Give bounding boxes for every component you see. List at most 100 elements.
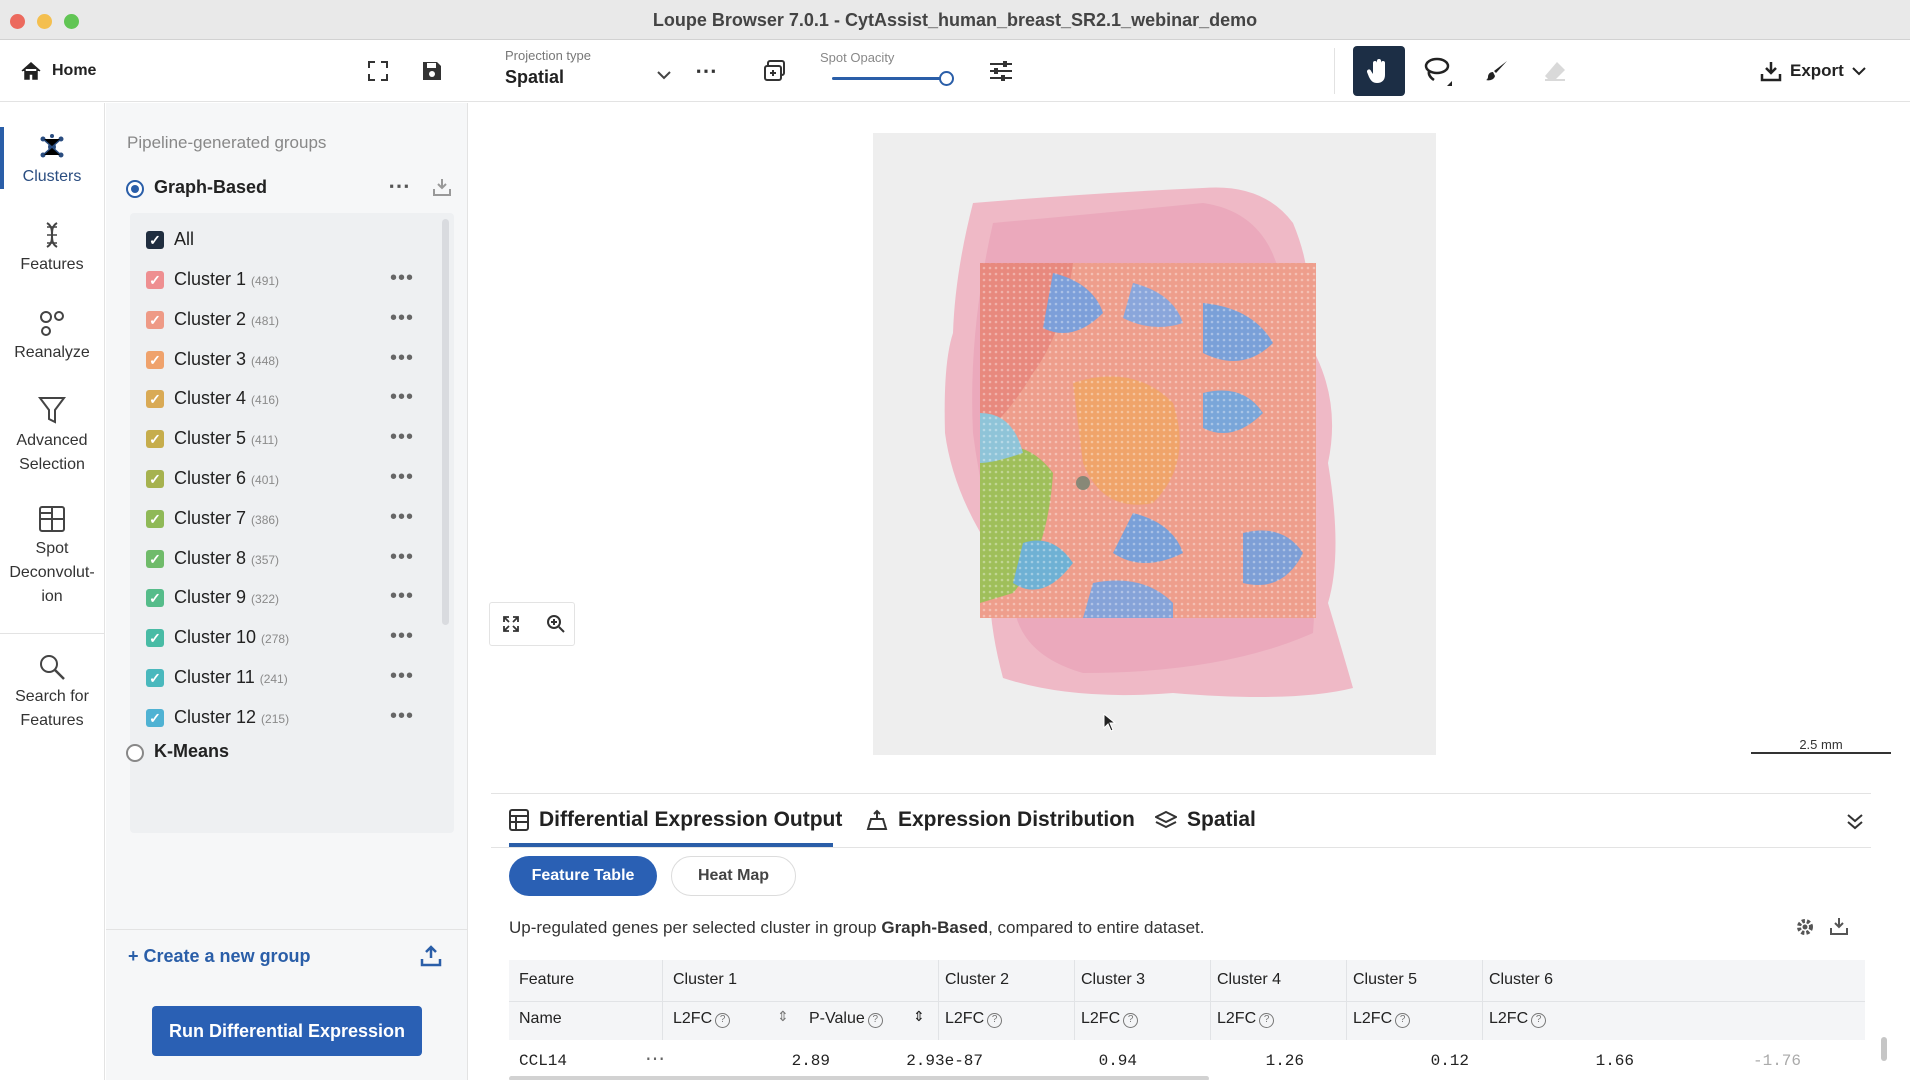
- cluster-count: (241): [259, 672, 288, 686]
- rail-advanced-selection[interactable]: Advanced Selection: [0, 395, 104, 477]
- table-scrollbar[interactable]: [1881, 1037, 1887, 1061]
- help-icon[interactable]: ?: [987, 1013, 1003, 1028]
- spot-opacity-knob[interactable]: [939, 71, 954, 86]
- header-cluster: Cluster 2: [945, 971, 1010, 988]
- projection-more-button[interactable]: ⋯: [694, 58, 718, 84]
- lasso-tool-button[interactable]: [1420, 54, 1456, 90]
- all-checkbox[interactable]: ✓: [146, 231, 164, 249]
- projection-type-select[interactable]: Projection type Spatial: [505, 48, 705, 98]
- cluster-label: Cluster 5 (411): [174, 428, 278, 449]
- chevron-down-icon: [1852, 67, 1866, 76]
- cluster-more-button[interactable]: •••: [390, 625, 414, 648]
- cluster-checkbox[interactable]: ✓: [146, 708, 164, 727]
- group-more-button[interactable]: ⋯: [388, 173, 410, 199]
- pvalue-label: P-Value: [809, 1010, 865, 1027]
- cluster-more-button[interactable]: •••: [390, 585, 414, 608]
- cluster-more-button[interactable]: •••: [390, 466, 414, 489]
- settings-sliders-button[interactable]: [986, 56, 1016, 86]
- tab-expression-distribution[interactable]: Expression Distribution: [866, 808, 1135, 832]
- tab-ed-label: Expression Distribution: [898, 808, 1135, 831]
- tab-differential-expression[interactable]: Differential Expression Output: [509, 808, 842, 832]
- layers-button[interactable]: [760, 56, 790, 86]
- heat-map-pill[interactable]: Heat Map: [671, 856, 796, 896]
- cluster-more-button[interactable]: •••: [390, 546, 414, 569]
- cluster-checkbox[interactable]: ✓: [146, 629, 164, 648]
- cluster-checkbox[interactable]: ✓: [146, 509, 164, 528]
- header-l2fc[interactable]: L2FC?: [1217, 1010, 1275, 1028]
- row-name[interactable]: CCL14: [519, 1052, 567, 1070]
- tab-spatial[interactable]: Spatial: [1155, 808, 1256, 832]
- help-icon[interactable]: ?: [1259, 1013, 1275, 1028]
- header-cluster: Cluster 6: [1489, 971, 1554, 988]
- export-button[interactable]: Export: [1760, 56, 1866, 86]
- header-l2fc[interactable]: L2FC?: [1489, 1010, 1547, 1028]
- cluster-more-button[interactable]: •••: [390, 267, 414, 290]
- rail-search-features[interactable]: Search for Features: [0, 653, 104, 733]
- cluster-checkbox[interactable]: ✓: [146, 549, 164, 568]
- cluster-count: (357): [251, 552, 280, 567]
- fit-to-view-icon[interactable]: [502, 615, 520, 633]
- header-l2fc[interactable]: L2FC?: [673, 1010, 731, 1028]
- kmeans-radio[interactable]: [126, 744, 144, 762]
- cluster-count: (401): [251, 473, 280, 487]
- create-group-button[interactable]: + Create a new group: [128, 946, 311, 967]
- collapse-panel-icon[interactable]: [1846, 812, 1864, 830]
- eraser-tool-button[interactable]: [1540, 56, 1570, 86]
- cluster-more-button[interactable]: •••: [390, 307, 414, 330]
- header-l2fc[interactable]: L2FC?: [945, 1010, 1003, 1028]
- cluster-more-button[interactable]: •••: [390, 665, 414, 688]
- header-pvalue[interactable]: P-Value?: [809, 1010, 883, 1028]
- sort-icon[interactable]: ⇕: [913, 1008, 925, 1025]
- help-icon[interactable]: ?: [1531, 1013, 1547, 1028]
- home-button[interactable]: Home: [20, 58, 96, 84]
- kmeans-group[interactable]: K-Means: [126, 739, 326, 767]
- help-icon[interactable]: ?: [715, 1013, 731, 1028]
- graph-based-group[interactable]: Graph-Based ⋯: [126, 173, 456, 203]
- horizontal-scrollbar[interactable]: [509, 1076, 1209, 1080]
- pan-tool-button[interactable]: [1353, 46, 1405, 96]
- spot-opacity-label: Spot Opacity: [820, 50, 895, 65]
- help-icon[interactable]: ?: [1123, 1013, 1139, 1028]
- tissue-image[interactable]: [873, 133, 1436, 755]
- upload-icon[interactable]: [420, 945, 442, 967]
- brush-tool-button[interactable]: [1482, 56, 1512, 86]
- spatial-viewer[interactable]: 2.5 mm: [469, 103, 1910, 793]
- download-icon[interactable]: [1829, 916, 1849, 936]
- all-label: All: [174, 229, 195, 249]
- rail-features-label: Features: [20, 256, 84, 273]
- cluster-checkbox[interactable]: ✓: [146, 271, 164, 289]
- spot-opacity-slider[interactable]: [832, 71, 954, 86]
- cluster-checkbox[interactable]: ✓: [146, 669, 164, 687]
- header-l2fc[interactable]: L2FC?: [1353, 1010, 1411, 1028]
- cluster-more-button[interactable]: •••: [390, 426, 414, 449]
- help-icon[interactable]: ?: [867, 1013, 883, 1028]
- rail-clusters[interactable]: Clusters: [0, 133, 104, 189]
- cluster-more-button[interactable]: •••: [390, 705, 414, 728]
- cluster-checkbox[interactable]: ✓: [146, 350, 164, 369]
- run-de-label: Run Differential Expression: [168, 1020, 406, 1041]
- header-l2fc[interactable]: L2FC?: [1081, 1010, 1139, 1028]
- column-divider: [662, 960, 663, 1040]
- cluster-more-button[interactable]: •••: [390, 347, 414, 370]
- graph-based-radio[interactable]: [126, 180, 144, 198]
- gear-icon[interactable]: [1795, 917, 1815, 937]
- cluster-checkbox[interactable]: ✓: [146, 589, 164, 608]
- rail-features[interactable]: Features: [0, 221, 104, 277]
- cluster-more-button[interactable]: •••: [390, 386, 414, 409]
- download-icon[interactable]: [432, 177, 452, 197]
- cluster-more-button[interactable]: •••: [390, 506, 414, 529]
- save-button[interactable]: [418, 58, 446, 84]
- cluster-checkbox[interactable]: ✓: [146, 470, 164, 488]
- sort-icon[interactable]: ⇕: [777, 1008, 789, 1025]
- help-icon[interactable]: ?: [1395, 1013, 1411, 1028]
- row-more-button[interactable]: ⋯: [645, 1046, 665, 1071]
- rail-spot-deconvolution[interactable]: Spot Deconvolut- ion: [0, 505, 104, 609]
- feature-table-pill[interactable]: Feature Table: [509, 856, 657, 896]
- cluster-checkbox[interactable]: ✓: [146, 310, 164, 329]
- cluster-checkbox[interactable]: ✓: [146, 430, 164, 449]
- run-differential-expression-button[interactable]: Run Differential Expression: [152, 1006, 422, 1056]
- rail-reanalyze[interactable]: Reanalyze: [0, 309, 104, 365]
- zoom-in-icon[interactable]: [546, 614, 566, 634]
- fullscreen-button[interactable]: [364, 58, 392, 84]
- cluster-checkbox[interactable]: ✓: [146, 390, 164, 409]
